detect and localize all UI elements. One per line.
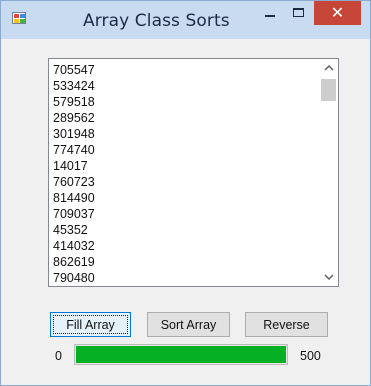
title-bar[interactable]: Array Class Sorts ✕ — [1, 1, 370, 39]
progress-bar — [74, 344, 288, 365]
close-button[interactable]: ✕ — [314, 1, 361, 25]
app-icon[interactable] — [12, 12, 26, 24]
chevron-up-icon[interactable] — [319, 59, 338, 76]
focus-rectangle — [53, 315, 128, 334]
progress-fill — [76, 346, 286, 363]
list-item[interactable]: 45352 — [53, 222, 303, 238]
minimize-button[interactable] — [257, 1, 283, 25]
reverse-button[interactable]: Reverse — [245, 312, 328, 337]
maximize-icon — [293, 8, 304, 17]
list-item[interactable]: 790480 — [53, 270, 303, 286]
app-window: Array Class Sorts ✕ 705547 533424 579518 28… — [0, 0, 371, 386]
vertical-scrollbar[interactable] — [319, 59, 338, 286]
list-item[interactable]: 814490 — [53, 190, 303, 206]
list-item[interactable]: 760723 — [53, 174, 303, 190]
form-client-area: 705547 533424 579518 289562 301948 774740 1401… — [9, 39, 362, 379]
reverse-label: Reverse — [263, 317, 310, 332]
progress-min-label: 0 — [55, 349, 62, 363]
window-title: Array Class Sorts — [83, 11, 230, 31]
sort-array-label: Sort Array — [160, 317, 217, 332]
list-item[interactable]: 14017 — [53, 158, 303, 174]
maximize-button[interactable] — [285, 1, 311, 25]
scroll-thumb[interactable] — [321, 79, 336, 101]
list-item[interactable]: 289562 — [53, 110, 303, 126]
chevron-down-icon[interactable] — [319, 269, 338, 286]
sort-array-button[interactable]: Sort Array — [147, 312, 230, 337]
list-item[interactable]: 709037 — [53, 206, 303, 222]
list-item[interactable]: 862619 — [53, 254, 303, 270]
list-item[interactable]: 774740 — [53, 142, 303, 158]
list-item[interactable]: 533424 — [53, 78, 303, 94]
list-item[interactable]: 414032 — [53, 238, 303, 254]
progress-max-label: 500 — [300, 349, 321, 363]
minimize-icon — [265, 15, 275, 17]
array-listbox[interactable]: 705547 533424 579518 289562 301948 774740 1401… — [48, 58, 339, 287]
list-item[interactable]: 579518 — [53, 94, 303, 110]
list-items: 705547 533424 579518 289562 301948 774740 1401… — [53, 62, 303, 286]
list-item[interactable]: 705547 — [53, 62, 303, 78]
list-item[interactable]: 301948 — [53, 126, 303, 142]
close-icon: ✕ — [330, 3, 345, 22]
fill-array-button[interactable]: Fill Array — [50, 312, 131, 337]
